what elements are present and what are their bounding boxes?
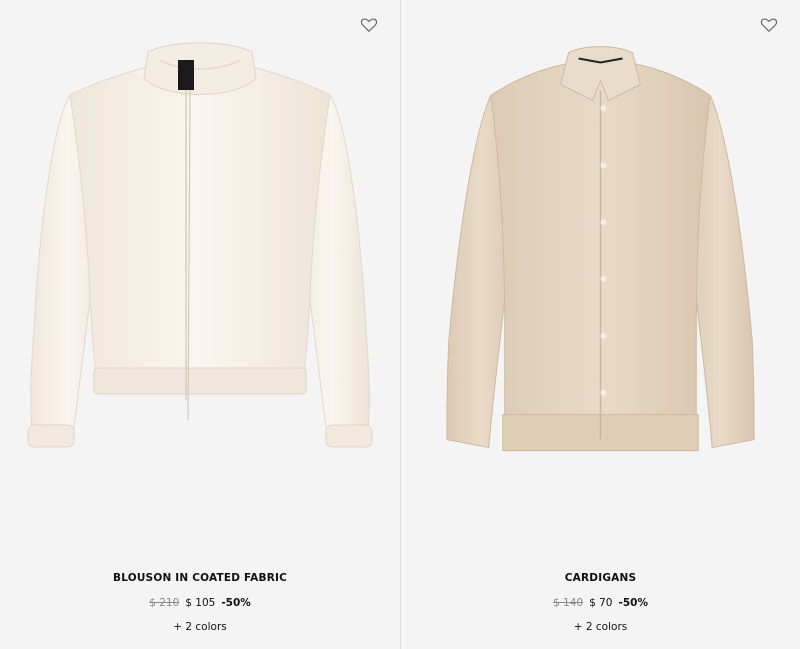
product-info: CARDIGANS $ 140 $ 70 -50% + 2 colors [401,572,800,633]
product-image-cardigans[interactable] [401,0,800,545]
product-info: BLOUSON IN COATED FABRIC $ 210 $ 105 -50… [0,572,400,633]
cardigan-illustration [446,46,755,452]
sale-price: $ 70 [589,597,613,609]
original-price: $ 140 [553,597,584,609]
product-card-blouson[interactable]: BLOUSON IN COATED FABRIC $ 210 $ 105 -50… [0,0,400,649]
discount-badge: -50% [618,597,648,609]
sale-price: $ 105 [185,597,216,609]
product-name[interactable]: BLOUSON IN COATED FABRIC [0,572,400,584]
product-card-cardigans[interactable]: CARDIGANS $ 140 $ 70 -50% + 2 colors [400,0,800,649]
more-colors-link[interactable]: + 2 colors [0,621,400,633]
original-price: $ 210 [149,597,180,609]
price-row: $ 140 $ 70 -50% [401,597,800,609]
more-colors-link[interactable]: + 2 colors [401,621,800,633]
product-name[interactable]: CARDIGANS [401,572,800,584]
wishlist-heart-icon[interactable] [360,16,378,34]
price-row: $ 210 $ 105 -50% [0,597,400,609]
blouson-illustration [27,42,373,448]
discount-badge: -50% [221,597,251,609]
product-image-blouson[interactable] [0,0,400,545]
product-grid: BLOUSON IN COATED FABRIC $ 210 $ 105 -50… [0,0,800,649]
wishlist-heart-icon[interactable] [760,16,778,34]
